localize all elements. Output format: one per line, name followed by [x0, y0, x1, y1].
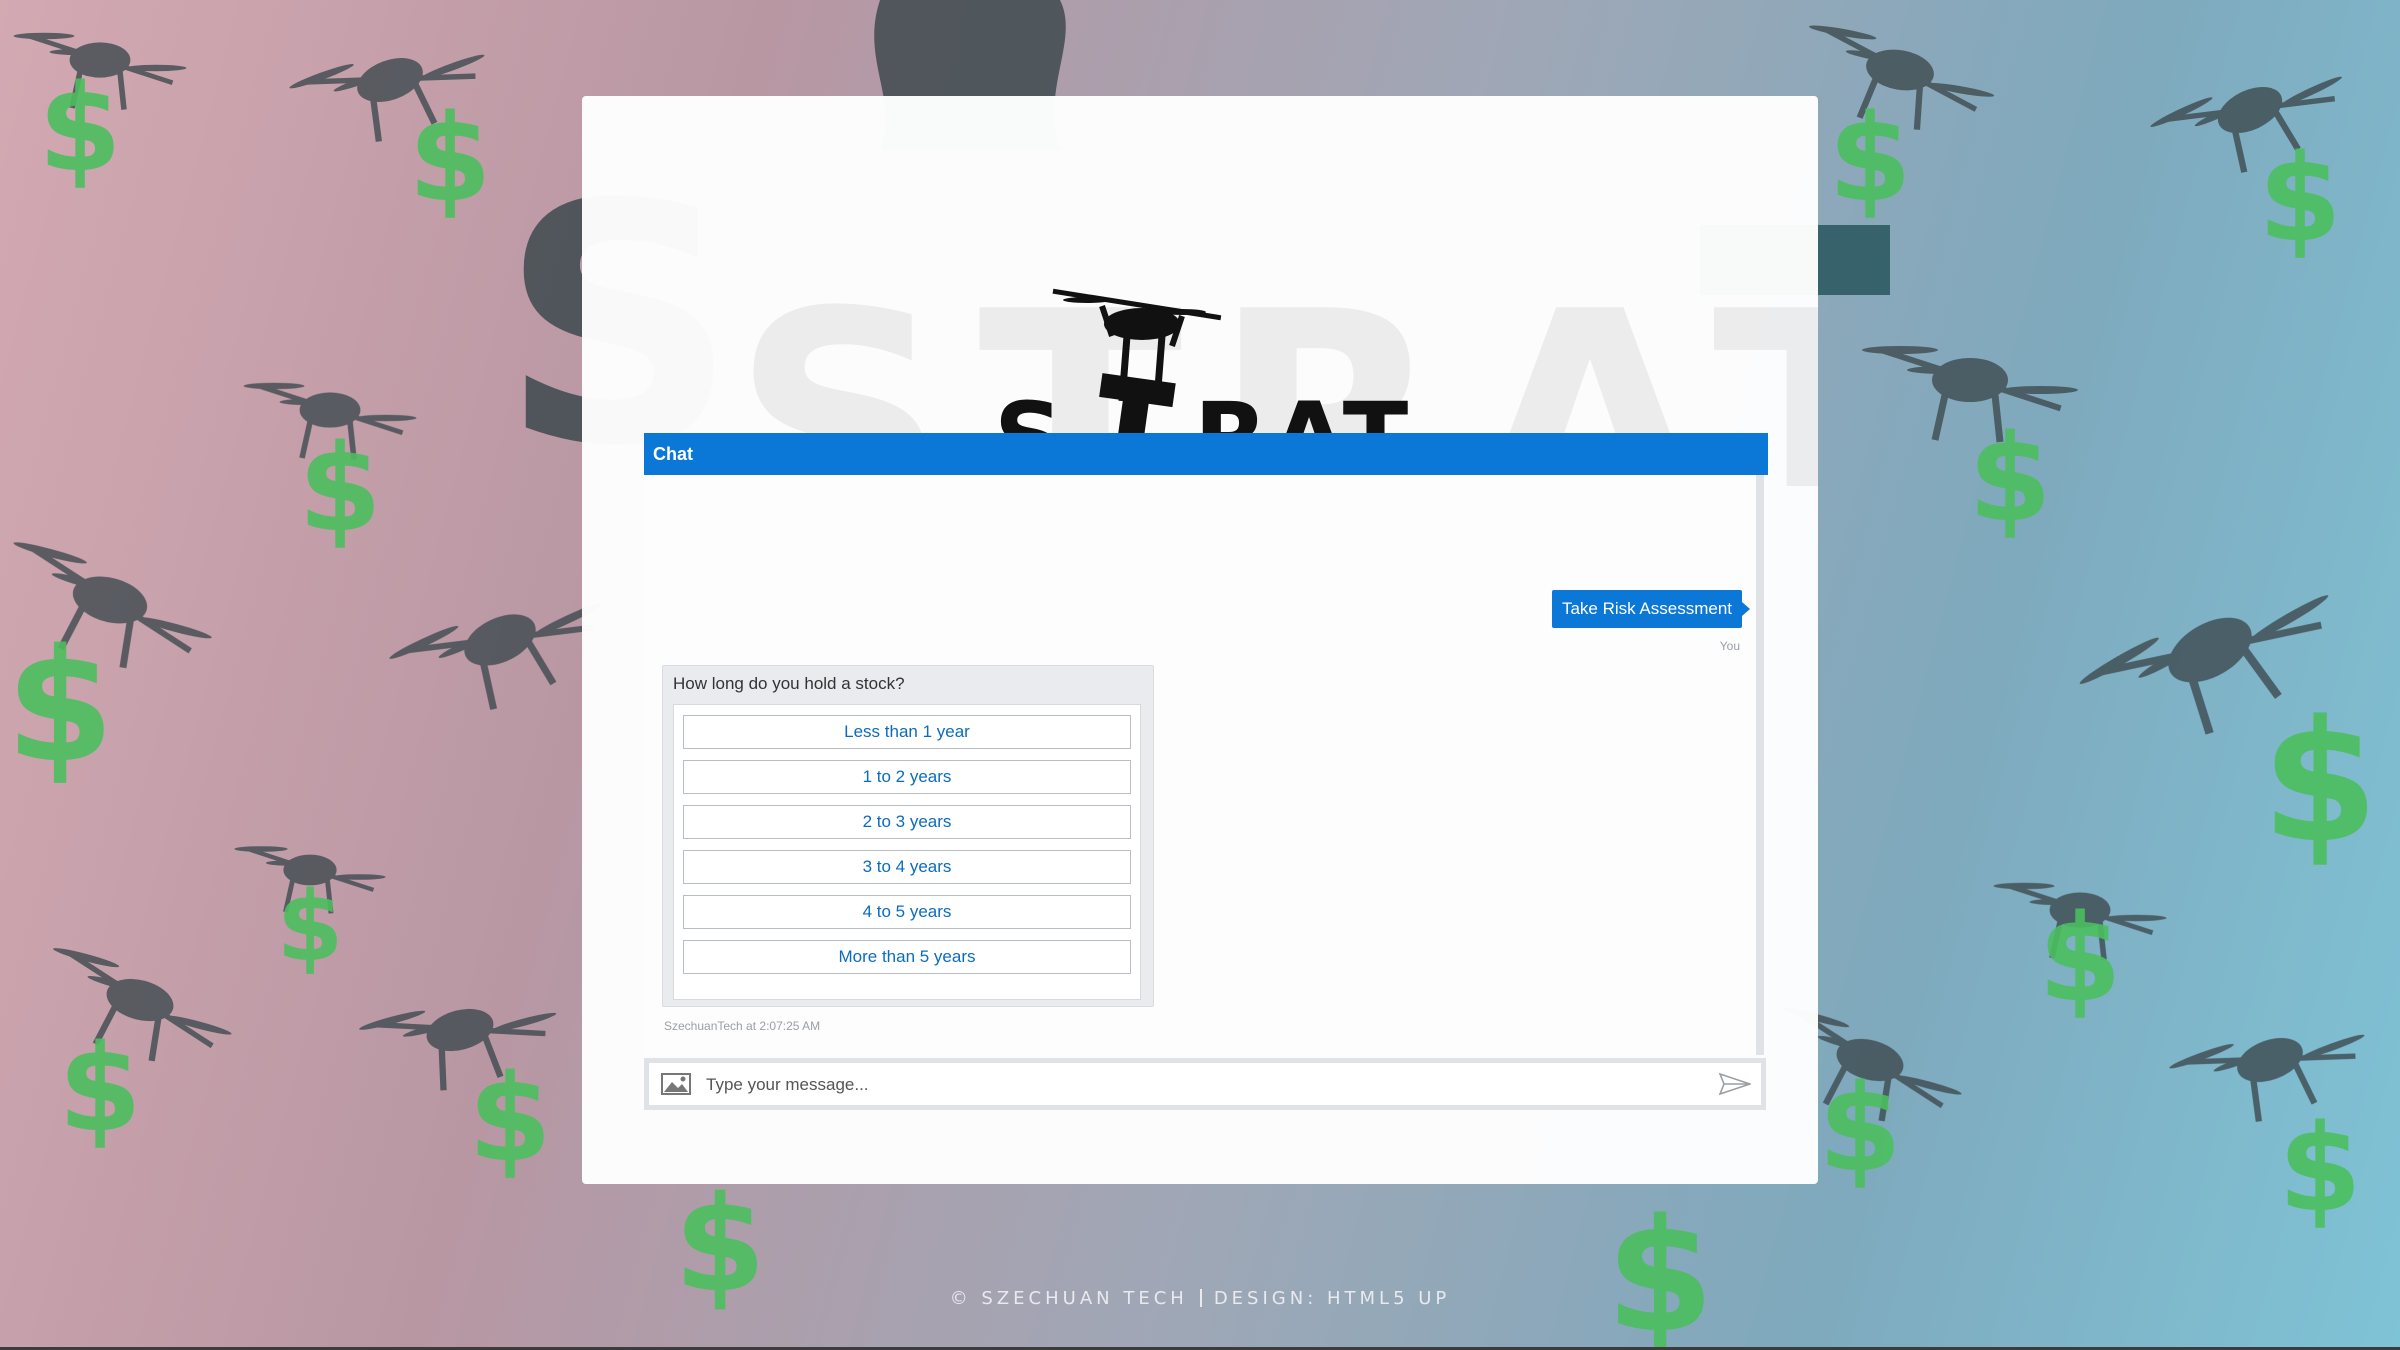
- choice-button[interactable]: Less than 1 year: [683, 715, 1131, 749]
- chat-header: Chat: [644, 433, 1768, 475]
- choice-button[interactable]: 4 to 5 years: [683, 895, 1131, 929]
- choice-button[interactable]: 2 to 3 years: [683, 805, 1131, 839]
- footer: © SZECHUAN TECH DESIGN: HTML5 UP: [0, 1288, 2400, 1309]
- user-message-sender: You: [1719, 639, 1740, 653]
- bot-question: How long do you hold a stock?: [673, 674, 905, 693]
- footer-divider: [1199, 1289, 1202, 1307]
- image-upload-icon[interactable]: [661, 1073, 691, 1097]
- send-icon[interactable]: [1718, 1072, 1753, 1097]
- bot-message-card: How long do you hold a stock? Less than …: [662, 665, 1154, 1007]
- message-input[interactable]: [704, 1069, 1668, 1101]
- choice-list: Less than 1 year 1 to 2 years 2 to 3 yea…: [673, 704, 1141, 1000]
- footer-copyright: © SZECHUAN TECH: [949, 1288, 1188, 1309]
- main-panel: STRAT S RAT Chat Take Risk Assessment: [582, 96, 1917, 1184]
- chat-widget: Chat Take Risk Assessment You How long d…: [644, 433, 1768, 1110]
- message-input-bar: [644, 1058, 1766, 1110]
- choice-button[interactable]: 3 to 4 years: [683, 850, 1131, 884]
- choice-button[interactable]: More than 5 years: [683, 940, 1131, 974]
- footer-design-credit[interactable]: DESIGN: HTML5 UP: [1214, 1288, 1450, 1309]
- user-message-bubble[interactable]: Take Risk Assessment: [1551, 590, 1751, 628]
- chat-history[interactable]: Take Risk Assessment You How long do you…: [644, 475, 1764, 1055]
- choice-button[interactable]: 1 to 2 years: [683, 760, 1131, 794]
- bot-message-meta: SzechuanTech at 2:07:25 AM: [664, 1019, 821, 1033]
